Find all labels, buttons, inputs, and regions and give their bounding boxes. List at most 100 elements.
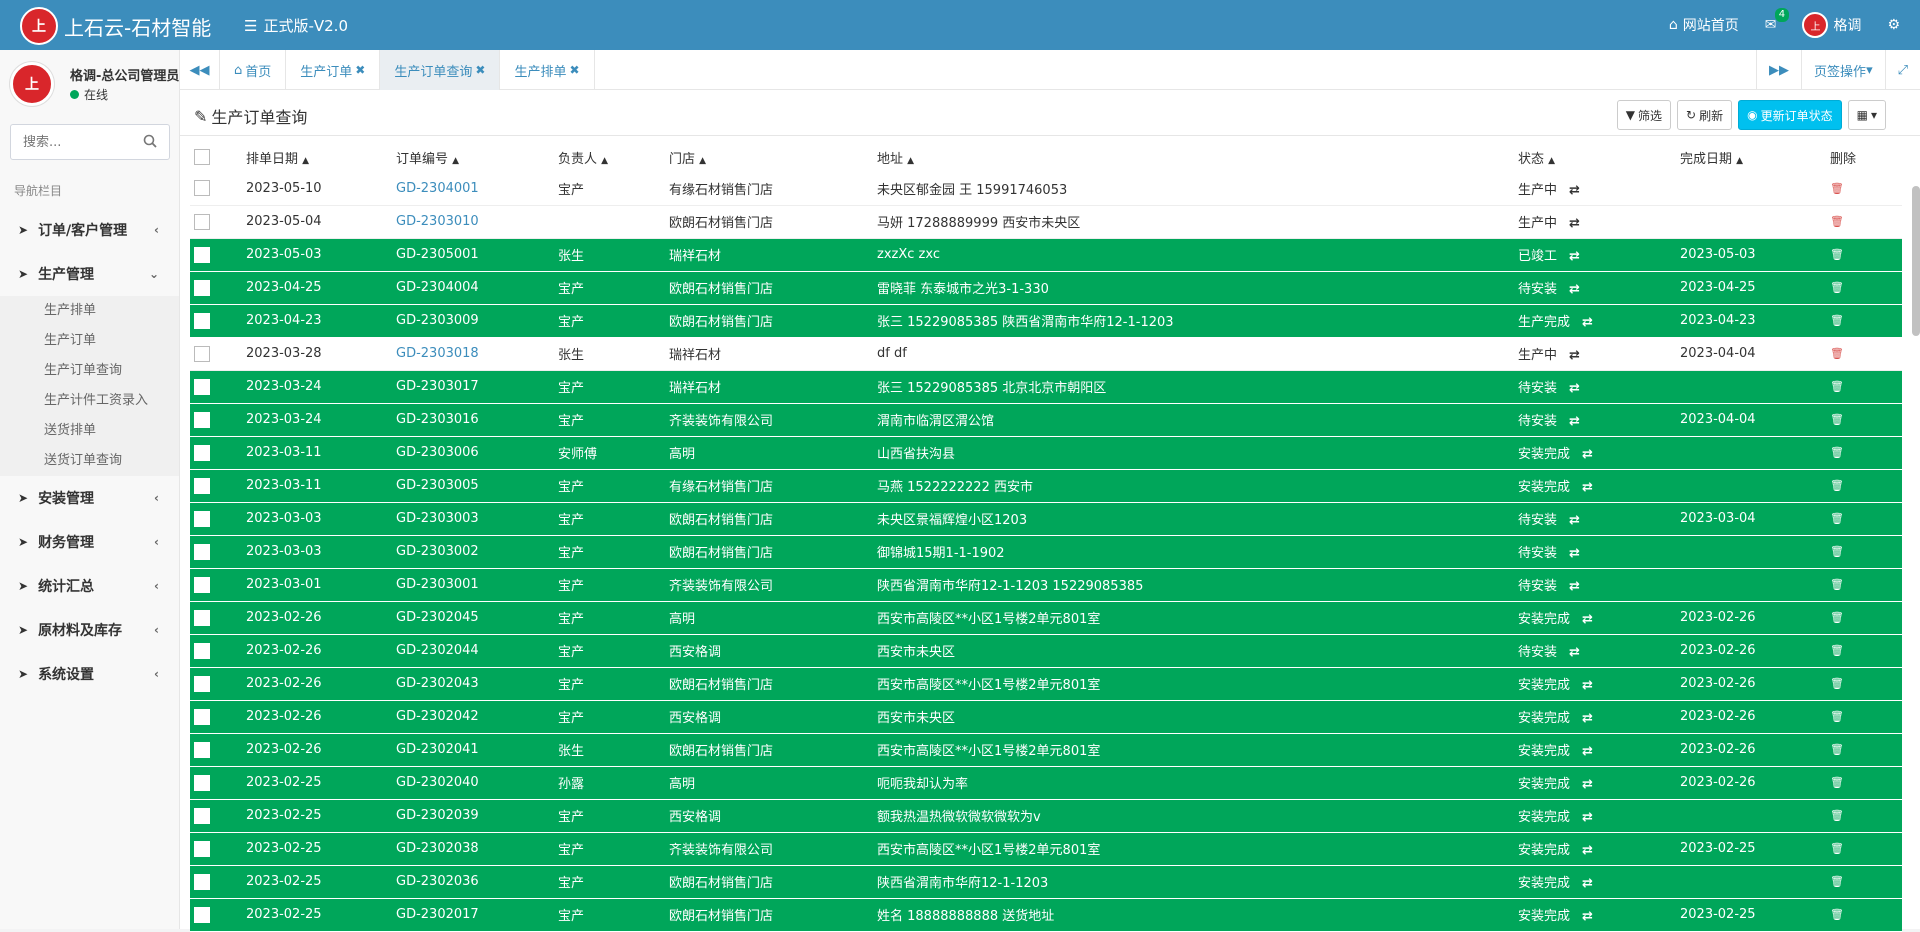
menu-statistics[interactable]: ➤ 统计汇总 ‹ — [0, 564, 179, 608]
trash-icon[interactable]: 🗑 — [1830, 248, 1844, 261]
trash-icon[interactable]: 🗑 — [1830, 776, 1844, 789]
trash-icon[interactable]: 🗑 — [1830, 479, 1844, 492]
table-row[interactable]: 2023-02-26 GD-2302041 张生 欧朗石材销售门店 西安市高陵区**小区… — [190, 733, 1902, 767]
table-row[interactable]: 2023-03-11 GD-2303006 安师傅 高明 山西省扶沟县 安装完成 ⇄ 🗑 — [190, 436, 1902, 470]
exchange-icon[interactable]: ⇄ — [1569, 381, 1580, 396]
exchange-icon[interactable]: ⇄ — [1582, 810, 1593, 825]
row-checkbox[interactable] — [194, 543, 210, 560]
row-checkbox[interactable] — [194, 246, 210, 263]
table-row[interactable]: 2023-02-25 GD-2302040 孙露 高明 呃呃我却认为率 安装完成 ⇄ 2023… — [190, 766, 1902, 800]
order-link[interactable]: GD-2302039 — [396, 808, 479, 823]
user-menu[interactable]: 上 格调 — [1802, 12, 1861, 38]
row-checkbox[interactable] — [194, 378, 210, 395]
columns-button[interactable]: ▦ ▾ — [1847, 100, 1886, 130]
trash-icon[interactable]: 🗑 — [1830, 578, 1844, 591]
row-checkbox[interactable] — [194, 213, 210, 230]
table-row[interactable]: 2023-02-25 GD-2302039 宝产 西安格调 额我热温热微软微软微软为v 安… — [190, 799, 1902, 833]
tabs-scroll-right-button[interactable]: ▶▶ — [1756, 50, 1801, 90]
exchange-icon[interactable]: ⇄ — [1569, 183, 1580, 198]
row-checkbox[interactable] — [194, 675, 210, 692]
table-row[interactable]: 2023-05-04 GD-2303010 欧朗石材销售门店 马妍 172888899… — [190, 205, 1902, 239]
header-done-date[interactable]: 完成日期 ▲ — [1680, 142, 1830, 172]
header-address[interactable]: 地址 ▲ — [877, 142, 1518, 172]
table-row[interactable]: 2023-03-03 GD-2303002 宝产 欧朗石材销售门店 御锦城15期1-1-… — [190, 535, 1902, 569]
row-checkbox[interactable] — [194, 444, 210, 461]
exchange-icon[interactable]: ⇄ — [1569, 249, 1580, 264]
submenu-piecework-wage[interactable]: 生产计件工资录入 — [0, 386, 179, 416]
order-link[interactable]: GD-2303016 — [396, 412, 479, 427]
trash-icon[interactable]: 🗑 — [1830, 281, 1844, 294]
order-link[interactable]: GD-2303017 — [396, 379, 479, 394]
submenu-delivery-order-query[interactable]: 送货订单查询 — [0, 446, 179, 476]
close-icon[interactable]: ✖ — [569, 63, 579, 77]
row-checkbox[interactable] — [194, 411, 210, 428]
table-row[interactable]: 2023-03-24 GD-2303016 宝产 齐装装饰有限公司 渭南市临渭区渭公馆待… — [190, 403, 1902, 437]
row-checkbox[interactable] — [194, 609, 210, 626]
close-icon[interactable]: ✖ — [475, 63, 485, 77]
table-row[interactable]: 2023-02-26 GD-2302043 宝产 欧朗石材销售门店 西安市高陵区**小区… — [190, 667, 1902, 701]
table-row[interactable]: 2023-02-25 GD-2302038 宝产 齐装装饰有限公司 西安市高陵区**小区… — [190, 832, 1902, 866]
settings-button[interactable]: ⚙ — [1887, 17, 1900, 33]
submenu-delivery-schedule[interactable]: 送货排单 — [0, 416, 179, 446]
exchange-icon[interactable]: ⇄ — [1582, 876, 1593, 891]
scrollbar-thumb[interactable] — [1912, 186, 1920, 336]
order-link[interactable]: GD-2302036 — [396, 874, 479, 889]
exchange-icon[interactable]: ⇄ — [1582, 480, 1593, 495]
tab-home[interactable]: ⌂ 首页 — [220, 50, 287, 90]
order-link[interactable]: GD-2303018 — [396, 346, 479, 361]
table-row[interactable]: 2023-03-01 GD-2303001 宝产 齐装装饰有限公司 陕西省渭南市华府12… — [190, 568, 1902, 602]
exchange-icon[interactable]: ⇄ — [1582, 909, 1593, 924]
trash-icon[interactable]: 🗑 — [1830, 347, 1844, 360]
select-all-checkbox[interactable] — [194, 149, 210, 165]
search-input[interactable] — [11, 125, 131, 159]
order-link[interactable]: GD-2305001 — [396, 247, 479, 262]
row-checkbox[interactable] — [194, 180, 210, 197]
close-icon[interactable]: ✖ — [355, 63, 365, 77]
trash-icon[interactable]: 🗑 — [1830, 809, 1844, 822]
row-checkbox[interactable] — [194, 510, 210, 527]
search-icon[interactable] — [143, 134, 157, 148]
menu-orders[interactable]: ➤ 订单/客户管理 ‹ — [0, 208, 179, 252]
table-row[interactable]: 2023-04-23 GD-2303009 宝产 欧朗石材销售门店 张三 1522908… — [190, 304, 1902, 338]
table-row[interactable]: 2023-03-28 GD-2303018 张生 瑞祥石材 df df 生产中 ⇄ 2023-… — [190, 337, 1902, 371]
exchange-icon[interactable]: ⇄ — [1582, 447, 1593, 462]
row-checkbox[interactable] — [194, 741, 210, 758]
table-row[interactable]: 2023-02-26 GD-2302045 宝产 高明 西安市高陵区**小区1号楼2单元… — [190, 601, 1902, 635]
order-link[interactable]: GD-2303005 — [396, 478, 479, 493]
tab-production-orders[interactable]: 生产订单 ✖ — [286, 50, 381, 90]
trash-icon[interactable]: 🗑 — [1830, 677, 1844, 690]
exchange-icon[interactable]: ⇄ — [1569, 414, 1580, 429]
trash-icon[interactable]: 🗑 — [1830, 314, 1844, 327]
order-link[interactable]: GD-2303002 — [396, 544, 479, 559]
row-checkbox[interactable] — [194, 642, 210, 659]
filter-button[interactable]: ▼ 筛选 — [1616, 100, 1672, 130]
trash-icon[interactable]: 🗑 — [1830, 611, 1844, 624]
app-logo[interactable]: 上 上石云-石材智能 — [20, 7, 211, 45]
exchange-icon[interactable]: ⇄ — [1569, 282, 1580, 297]
trash-icon[interactable]: 🗑 — [1830, 875, 1844, 888]
row-checkbox[interactable] — [194, 576, 210, 593]
row-checkbox[interactable] — [194, 840, 210, 857]
header-status[interactable]: 状态 ▲ — [1518, 142, 1680, 172]
order-link[interactable]: GD-2303006 — [396, 445, 479, 460]
trash-icon[interactable]: 🗑 — [1830, 380, 1844, 393]
table-row[interactable]: 2023-03-03 GD-2303003 宝产 欧朗石材销售门店 未央区景福辉煌小区1… — [190, 502, 1902, 536]
order-link[interactable]: GD-2302045 — [396, 610, 479, 625]
row-checkbox[interactable] — [194, 774, 210, 791]
exchange-icon[interactable]: ⇄ — [1582, 843, 1593, 858]
table-row[interactable]: 2023-02-26 GD-2302044 宝产 西安格调 西安市未央区 待安装 ⇄ 2023… — [190, 634, 1902, 668]
tabs-scroll-left-button[interactable]: ◀◀ — [180, 50, 220, 90]
menu-system-settings[interactable]: ➤ 系统设置 ‹ — [0, 652, 179, 696]
trash-icon[interactable]: 🗑 — [1830, 215, 1844, 228]
trash-icon[interactable]: 🗑 — [1830, 182, 1844, 195]
update-status-button[interactable]: ◉ 更新订单状态 — [1738, 100, 1842, 130]
row-checkbox[interactable] — [194, 477, 210, 494]
refresh-button[interactable]: ↻ 刷新 — [1677, 100, 1733, 130]
header-owner[interactable]: 负责人 ▲ — [558, 142, 669, 172]
submenu-production-orders[interactable]: 生产订单 — [0, 326, 179, 356]
mail-button[interactable]: ✉ 4 — [1765, 8, 1790, 33]
menu-installation[interactable]: ➤ 安装管理 ‹ — [0, 476, 179, 520]
version-menu[interactable]: ☰ 正式版-V2.0 — [244, 15, 348, 36]
table-row[interactable]: 2023-04-25 GD-2304004 宝产 欧朗石材销售门店 雷晓菲 东泰城市之光… — [190, 271, 1902, 305]
row-checkbox[interactable] — [194, 873, 210, 890]
